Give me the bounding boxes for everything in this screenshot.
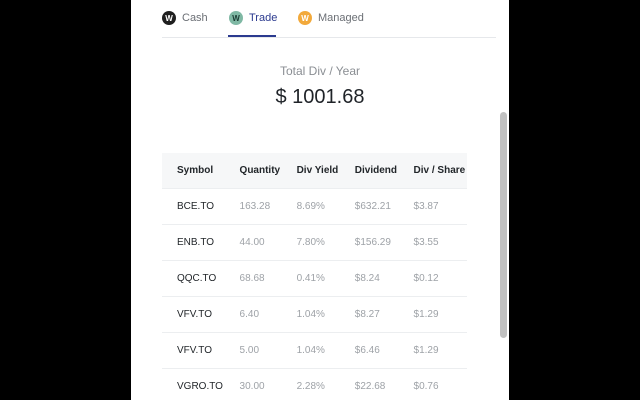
quantity-cell: 30.00: [224, 368, 282, 400]
dividend-cell: $6.46: [339, 332, 399, 369]
tab-cash[interactable]: W Cash: [162, 0, 208, 36]
symbol-cell: BCE.TO: [162, 188, 225, 225]
wealthsimple-logo-icon: W: [298, 11, 312, 25]
table-row: ENB.TO 44.00 7.80% $156.29 $3.55: [162, 224, 467, 261]
table-row: VFV.TO 5.00 1.04% $6.46 $1.29: [162, 332, 467, 369]
total-div-label: Total Div / Year: [279, 64, 361, 78]
column-header-quantity[interactable]: Quantity: [225, 153, 282, 189]
div-yield-cell: 7.80%: [281, 224, 340, 261]
table-row: QQC.TO 68.68 0.41% $8.24 $0.12: [162, 260, 467, 297]
div-yield-cell: 1.04%: [281, 332, 340, 369]
quantity-cell: 6.40: [224, 296, 282, 333]
dividend-cell: $22.68: [339, 368, 399, 400]
quantity-cell: 44.00: [224, 224, 282, 261]
symbol-cell: VFV.TO: [162, 296, 225, 333]
dividend-cell: $8.24: [339, 260, 399, 297]
account-tabs: W Cash W Trade W Managed: [162, 0, 496, 38]
quantity-cell: 68.68: [224, 260, 282, 297]
div-per-share-cell: $1.29: [398, 296, 467, 333]
table-row: BCE.TO 163.28 8.69% $632.21 $3.87: [162, 188, 467, 225]
scrollbar-thumb[interactable]: [500, 112, 507, 338]
quantity-cell: 5.00: [224, 332, 282, 369]
column-header-div-yield[interactable]: Div Yield: [282, 153, 340, 189]
table-header-row: Symbol Quantity Div Yield Dividend Div /…: [162, 153, 467, 189]
div-per-share-cell: $3.55: [398, 224, 467, 261]
symbol-cell: ENB.TO: [162, 224, 225, 261]
div-yield-cell: 1.04%: [281, 296, 340, 333]
wealthsimple-logo-icon: W: [229, 11, 243, 25]
div-per-share-cell: $1.29: [398, 332, 467, 369]
column-header-div-per-share[interactable]: Div / Share: [399, 153, 467, 189]
div-yield-cell: 2.28%: [281, 368, 340, 400]
table-row: VGRO.TO 30.00 2.28% $22.68 $0.76: [162, 368, 467, 400]
div-yield-cell: 8.69%: [281, 188, 340, 225]
dividend-panel: W Cash W Trade W Managed Total Div / Yea…: [131, 0, 509, 400]
div-yield-cell: 0.41%: [281, 260, 340, 297]
symbol-cell: VGRO.TO: [162, 368, 225, 400]
tab-cash-label: Cash: [182, 12, 208, 24]
dividend-cell: $8.27: [339, 296, 399, 333]
dividend-cell: $156.29: [339, 224, 399, 261]
table-row: VFV.TO 6.40 1.04% $8.27 $1.29: [162, 296, 467, 333]
total-div-value: $ 1001.68: [275, 86, 365, 108]
div-per-share-cell: $0.76: [398, 368, 467, 400]
div-per-share-cell: $0.12: [398, 260, 467, 297]
symbol-cell: QQC.TO: [162, 260, 225, 297]
column-header-symbol[interactable]: Symbol: [162, 153, 225, 189]
active-tab-indicator: [228, 35, 276, 37]
symbol-cell: VFV.TO: [162, 332, 225, 369]
quantity-cell: 163.28: [224, 188, 282, 225]
tab-managed[interactable]: W Managed: [298, 0, 364, 36]
column-header-dividend[interactable]: Dividend: [340, 153, 399, 189]
tab-trade-label: Trade: [249, 12, 278, 24]
tab-managed-label: Managed: [318, 12, 364, 24]
tab-trade[interactable]: W Trade: [229, 0, 277, 36]
wealthsimple-logo-icon: W: [162, 11, 176, 25]
div-per-share-cell: $3.87: [398, 188, 467, 225]
dividend-cell: $632.21: [339, 188, 399, 225]
dividend-table: Symbol Quantity Div Yield Dividend Div /…: [162, 153, 467, 400]
